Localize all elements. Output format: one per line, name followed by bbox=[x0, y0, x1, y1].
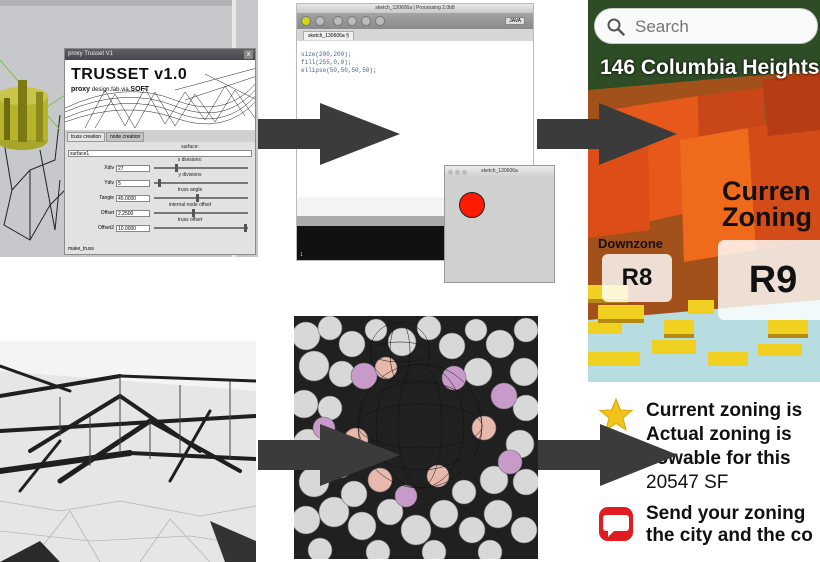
close-dot-icon[interactable] bbox=[448, 170, 453, 175]
send-zoning-text[interactable]: Send your zoning the city and the co bbox=[646, 503, 813, 547]
trusset-sub-prefix: proxy bbox=[71, 86, 91, 93]
offset2-header: truss offset bbox=[177, 217, 203, 223]
ydiv-header: y divisions bbox=[178, 172, 202, 178]
offset2-slider[interactable] bbox=[154, 224, 248, 232]
current-zoning-line2: Zoning bbox=[722, 202, 812, 232]
processing-tabbar: sketch_130606a § bbox=[297, 29, 533, 41]
angle-row: Tangle 45.0000 bbox=[68, 194, 252, 202]
ydiv-slider-handle[interactable] bbox=[157, 179, 161, 187]
offset-label: Offset bbox=[100, 210, 114, 216]
arrow-right-icon bbox=[537, 103, 677, 165]
xdiv-slider-handle[interactable] bbox=[174, 164, 178, 172]
offset2-input[interactable]: 10.0000 bbox=[116, 224, 150, 232]
mode-selector[interactable]: JAVA bbox=[505, 17, 525, 25]
export-button[interactable] bbox=[375, 16, 385, 26]
xdiv-label: Xdiv bbox=[104, 165, 114, 171]
trusset-form: surface: surface1 x divisions: Xdiv 27 y… bbox=[65, 142, 255, 254]
processing-title-bar: sketch_130606a | Processing 2.0b8 bbox=[297, 4, 533, 13]
send-line: the city and the co bbox=[646, 525, 813, 546]
offset-slider-handle[interactable] bbox=[191, 209, 195, 217]
trusset-banner: TRUSSET v1.0 proxy design.fab.via.SOFT bbox=[65, 60, 255, 130]
surface-field[interactable]: surface1 bbox=[68, 150, 252, 157]
minimize-dot-icon[interactable] bbox=[455, 170, 460, 175]
offset-header: internal node offset bbox=[168, 202, 212, 208]
window-controls bbox=[448, 169, 469, 180]
search-icon bbox=[607, 18, 625, 36]
offset2-slider-handle[interactable] bbox=[244, 224, 248, 232]
processing-window-title: sketch_130606a | Processing 2.0b8 bbox=[375, 5, 455, 11]
offset2-label: Offset2 bbox=[97, 225, 114, 231]
angle-header: truss angle bbox=[177, 187, 203, 193]
current-zoning-heading: Curren Zoning bbox=[722, 176, 812, 232]
trusset-logo: TRUSSET v1.0 bbox=[71, 66, 188, 83]
trusset-tabs: truss creation node creation bbox=[65, 130, 255, 142]
downzone-label: Downzone bbox=[598, 236, 663, 251]
sketch-window-title: sketch_130606a bbox=[481, 168, 518, 174]
stop-button[interactable] bbox=[315, 16, 325, 26]
trusset-window-title: proxy Trusset V1 x bbox=[65, 49, 255, 60]
trusset-panel: proxy Trusset V1 x TRUSSET v1.0 proxy de… bbox=[0, 0, 258, 257]
offset-input[interactable]: 2.2500 bbox=[116, 209, 150, 217]
xdiv-header: x divisions: bbox=[177, 157, 203, 163]
offset-slider[interactable] bbox=[154, 209, 248, 217]
trusset-subtitle: proxy design.fab.via.SOFT bbox=[71, 86, 149, 93]
chat-bubble-icon[interactable] bbox=[598, 506, 634, 542]
ydiv-row: Ydiv 5 bbox=[68, 179, 252, 187]
address-title: 146 Columbia Heights bbox=[600, 56, 820, 79]
zone-card-r9[interactable]: R9 bbox=[718, 240, 820, 320]
close-icon[interactable]: x bbox=[244, 50, 253, 59]
current-zoning-line1: Curren bbox=[722, 176, 811, 206]
console-line-number: 1 bbox=[300, 252, 303, 258]
make-truss-button[interactable]: make_truss bbox=[68, 246, 94, 252]
processing-toolbar: JAVA bbox=[297, 13, 533, 29]
xdiv-row: Xdiv 27 bbox=[68, 164, 252, 172]
angle-label: Tangle bbox=[99, 195, 114, 201]
code-line: ellipse(50,50,50,50); bbox=[301, 67, 377, 74]
offset2-row: Offset2 10.0000 bbox=[68, 224, 252, 232]
sketch-title-bar: sketch_130606a bbox=[445, 166, 554, 177]
arrow-right-icon bbox=[258, 103, 400, 165]
angle-slider[interactable] bbox=[154, 194, 248, 202]
trusset-sub-suffix: SOFT bbox=[130, 86, 150, 93]
zoning-app-panel: 146 Columbia Heights Curren Zoning Downz… bbox=[588, 0, 820, 382]
code-line: size(200,200); bbox=[301, 51, 352, 58]
red-ellipse bbox=[459, 192, 485, 218]
sketch-tab[interactable]: sketch_130606a § bbox=[303, 31, 354, 40]
ydiv-label: Ydiv bbox=[104, 180, 114, 186]
run-button[interactable] bbox=[301, 16, 311, 26]
xdiv-slider[interactable] bbox=[154, 164, 248, 172]
new-button[interactable] bbox=[333, 16, 343, 26]
tab-truss-creation[interactable]: truss creation bbox=[67, 132, 106, 142]
send-line: Send your zoning bbox=[646, 503, 806, 524]
trusset-window-title-text: proxy Trusset V1 bbox=[68, 51, 114, 57]
trusset-sub-mid: design.fab.via. bbox=[90, 87, 131, 93]
zoom-dot-icon[interactable] bbox=[462, 170, 467, 175]
save-button[interactable] bbox=[361, 16, 371, 26]
arrow-right-icon bbox=[538, 424, 678, 486]
arrow-right-icon bbox=[258, 424, 400, 486]
tab-node-creation[interactable]: node creation bbox=[106, 132, 145, 142]
xdiv-input[interactable]: 27 bbox=[116, 164, 150, 172]
sketch-output-window: sketch_130606a bbox=[444, 165, 555, 283]
code-line: fill(255,0,0); bbox=[301, 59, 352, 66]
info-line: Current zoning is bbox=[646, 400, 803, 421]
ydiv-slider[interactable] bbox=[154, 179, 248, 187]
search-input[interactable] bbox=[635, 17, 815, 37]
offset-row: Offset 2.2500 bbox=[68, 209, 252, 217]
ydiv-input[interactable]: 5 bbox=[116, 179, 150, 187]
angle-input[interactable]: 45.0000 bbox=[116, 194, 150, 202]
trusset-window: proxy Trusset V1 x TRUSSET v1.0 proxy de… bbox=[64, 48, 256, 255]
open-button[interactable] bbox=[347, 16, 357, 26]
truss-render bbox=[0, 341, 256, 562]
zone-card-r8[interactable]: R8 bbox=[602, 254, 672, 302]
angle-slider-handle[interactable] bbox=[196, 194, 200, 202]
workflow-collage: proxy Trusset V1 x TRUSSET v1.0 proxy de… bbox=[0, 0, 820, 562]
search-bar[interactable] bbox=[594, 8, 818, 44]
